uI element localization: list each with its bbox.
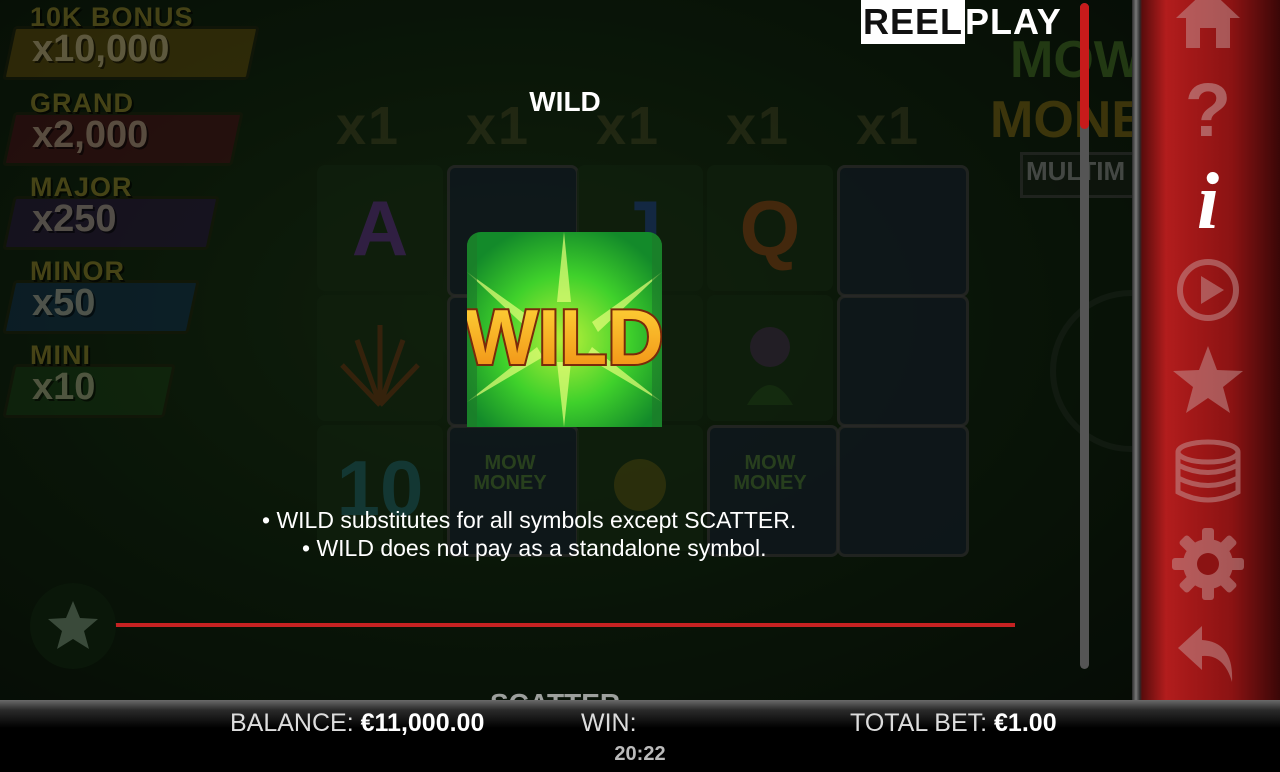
paytable-description-line: • WILD substitutes for all symbols excep…: [262, 507, 797, 533]
reelplay-logo: REEL PLAY: [861, 0, 1062, 44]
scrollbar-thumb[interactable]: [1080, 3, 1089, 129]
section-divider: [115, 623, 1015, 627]
bet-button[interactable]: [1168, 432, 1248, 512]
wild-symbol-text: WILD: [467, 293, 662, 381]
back-icon: [1178, 626, 1233, 682]
logo-play-text: PLAY: [965, 1, 1062, 42]
win-display: WIN:: [581, 709, 637, 738]
total-bet-label: TOTAL BET:: [850, 709, 988, 737]
balance-display: BALANCE: €11,000.00: [230, 709, 484, 738]
paytable-description-line: • WILD does not pay as a standalone symb…: [302, 535, 767, 561]
info-icon: i: [1197, 158, 1219, 246]
wild-symbol-image: WILD: [467, 232, 662, 427]
balance-value: €11,000.00: [360, 709, 485, 737]
total-bet-value: €1.00: [994, 709, 1057, 737]
info-button[interactable]: i: [1168, 158, 1248, 246]
star-icon: [48, 601, 98, 649]
back-button[interactable]: [1168, 614, 1248, 694]
paytable-scrollbar[interactable]: [1080, 3, 1089, 669]
status-bar: BALANCE: €11,000.00 WIN: TOTAL BET: €1.0…: [0, 700, 1280, 772]
svg-text:?: ?: [1185, 70, 1231, 150]
clock: 20:22: [614, 743, 666, 765]
game-background: 10K BONUS x10,000 GRAND x2,000 MAJOR x25…: [0, 0, 1132, 700]
autoplay-icon: [1177, 259, 1239, 321]
home-icon: [1176, 0, 1240, 48]
coins-icon: [1175, 439, 1241, 503]
autoplay-button[interactable]: [1168, 250, 1248, 330]
paytable-title: WILD: [529, 86, 601, 117]
gear-icon: [1172, 528, 1244, 600]
help-icon: ?: [1185, 68, 1231, 153]
total-bet-display: TOTAL BET: €1.00: [850, 709, 1057, 738]
settings-button[interactable]: [1168, 524, 1248, 604]
favorite-button[interactable]: [30, 583, 116, 669]
help-button[interactable]: ?: [1168, 68, 1248, 153]
svg-text:i: i: [1197, 160, 1219, 240]
star-icon: [1173, 346, 1243, 413]
next-section-title: SCATTER: [490, 688, 620, 700]
balance-label: BALANCE:: [230, 709, 354, 737]
home-button[interactable]: [1168, 0, 1248, 58]
favorites-button[interactable]: [1168, 340, 1248, 420]
logo-reel-text: REEL: [861, 0, 966, 44]
win-label: WIN:: [581, 709, 637, 737]
